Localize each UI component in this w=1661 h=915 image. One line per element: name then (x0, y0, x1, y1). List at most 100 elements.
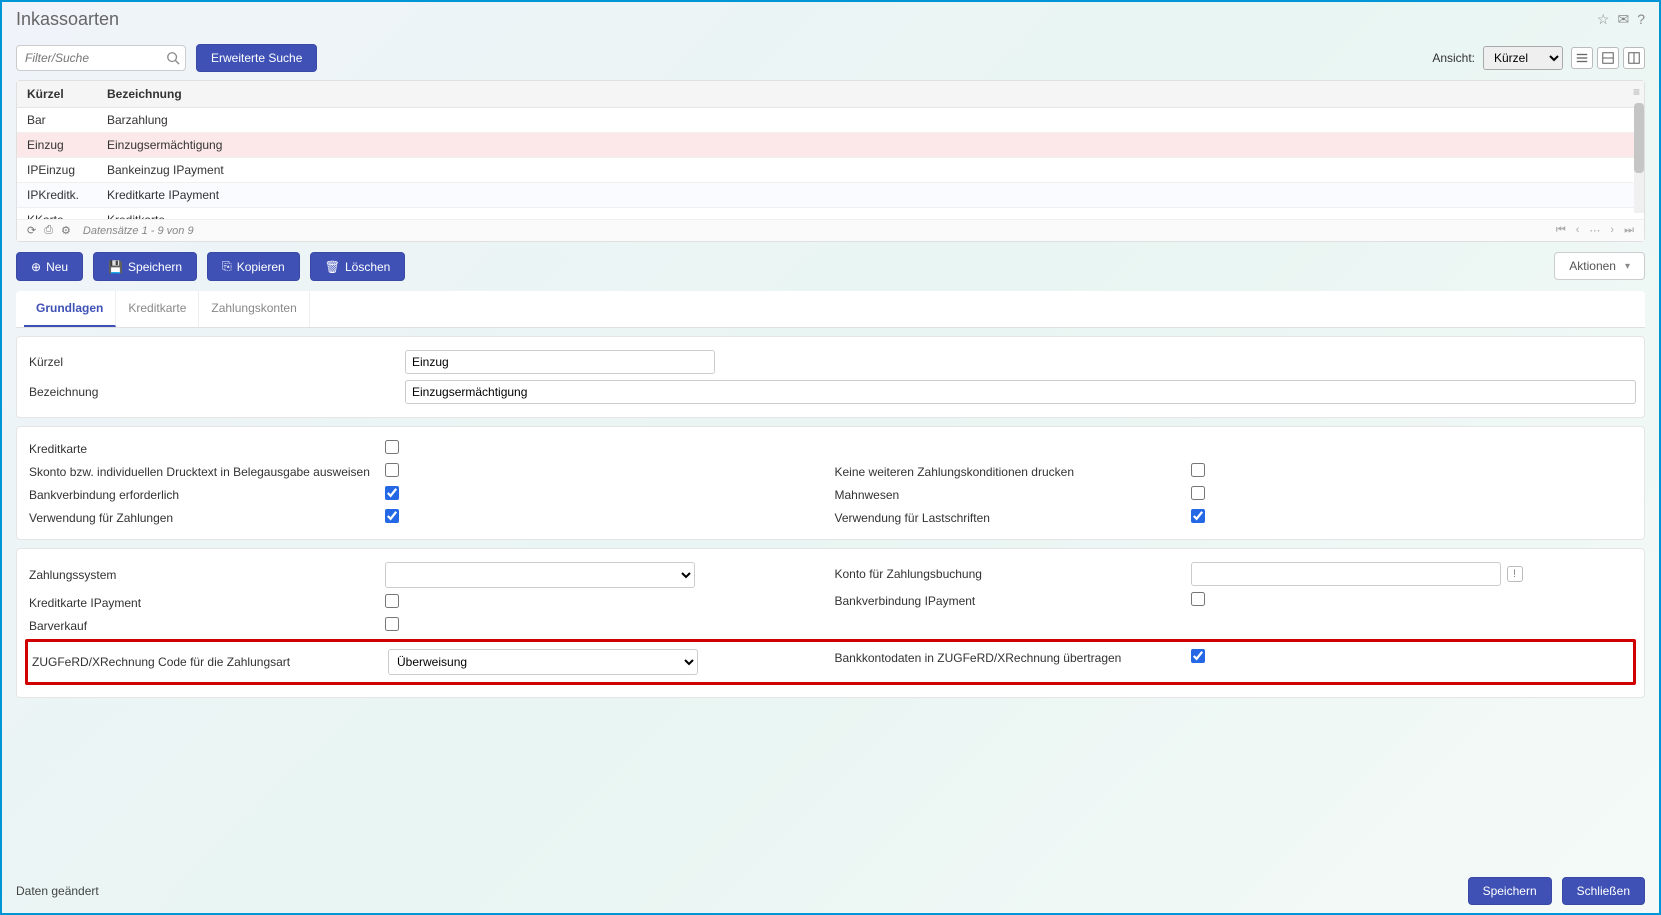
tab-zahlungskonten[interactable]: Zahlungskonten (199, 291, 309, 327)
view-select[interactable]: Kürzel (1483, 46, 1563, 70)
mahn-label: Mahnwesen (831, 488, 1191, 502)
actions-dropdown-button[interactable]: Aktionen ▾ (1554, 252, 1645, 280)
copy-label: Kopieren (237, 260, 285, 274)
zahlsys-label: Zahlungssystem (25, 568, 385, 582)
bank-req-checkbox[interactable] (385, 486, 399, 500)
search-input[interactable] (16, 45, 186, 71)
skonto-checkbox[interactable] (385, 463, 399, 477)
form-section-flags: Kreditkarte Skonto bzw. individuellen Dr… (16, 426, 1645, 540)
view-split-v-icon[interactable] (1623, 47, 1645, 69)
table-row[interactable]: IPKreditk. Kreditkarte IPayment (17, 183, 1644, 208)
pager-dots-icon[interactable]: ⋯ (1589, 224, 1600, 237)
delete-label: Löschen (345, 260, 390, 274)
save-icon: 💾 (108, 260, 123, 274)
data-grid: ≡ Kürzel Bezeichnung Bar Barzahlung Einz… (16, 80, 1645, 242)
barverkauf-checkbox[interactable] (385, 617, 399, 631)
save-label: Speichern (128, 260, 182, 274)
skonto-label: Skonto bzw. individuellen Drucktext in B… (25, 465, 385, 479)
footer-save-button[interactable]: Speichern (1468, 877, 1552, 905)
bank-zugferd-label: Bankkontodaten in ZUGFeRD/XRechnung über… (831, 651, 1191, 665)
save-button[interactable]: 💾 Speichern (93, 252, 197, 281)
kreditkarte-label: Kreditkarte (25, 442, 385, 456)
search-box (16, 45, 186, 71)
bank-req-label: Bankverbindung erforderlich (25, 488, 385, 502)
gear-icon[interactable]: ⚙ (61, 224, 71, 237)
plus-icon: ⊕ (31, 260, 41, 274)
mahn-checkbox[interactable] (1191, 486, 1205, 500)
verw-zahl-checkbox[interactable] (385, 509, 399, 523)
grid-status: Datensätze 1 - 9 von 9 (83, 225, 194, 237)
zugferd-code-label: ZUGFeRD/XRechnung Code für die Zahlungsa… (28, 655, 388, 669)
print-icon[interactable]: ⎙ (44, 224, 53, 237)
kreditkarte-checkbox[interactable] (385, 440, 399, 454)
keine-checkbox[interactable] (1191, 463, 1205, 477)
konto-input[interactable] (1191, 562, 1501, 586)
kurzel-input[interactable] (405, 350, 715, 374)
keine-label: Keine weiteren Zahlungskonditionen druck… (831, 465, 1191, 479)
col-bezeichnung[interactable]: Bezeichnung (97, 81, 1644, 108)
action-bar: ⊕ Neu 💾 Speichern ⎘ Kopieren 🗑 Löschen A… (2, 242, 1659, 291)
pager-first-icon[interactable]: ⏮ (1556, 224, 1566, 237)
help-icon[interactable]: ? (1637, 11, 1645, 28)
pager-next-icon[interactable]: › (1610, 224, 1614, 237)
actions-label: Aktionen (1569, 259, 1616, 273)
zahlsys-select[interactable] (385, 562, 695, 588)
view-list-icon[interactable] (1571, 47, 1593, 69)
view-label: Ansicht: (1432, 51, 1475, 65)
kk-ipayment-label: Kreditkarte IPayment (25, 596, 385, 610)
star-icon[interactable]: ☆ (1597, 11, 1610, 28)
pager-prev-icon[interactable]: ‹ (1576, 224, 1580, 237)
footer-close-button[interactable]: Schließen (1562, 877, 1645, 905)
tab-grundlagen[interactable]: Grundlagen (24, 291, 116, 327)
footer-save-label: Speichern (1483, 884, 1537, 898)
grid-footer: ⟳ ⎙ ⚙ Datensätze 1 - 9 von 9 ⏮ ‹ ⋯ › ⏭ (17, 219, 1644, 241)
verw-zahl-label: Verwendung für Zahlungen (25, 511, 385, 525)
view-split-h-icon[interactable] (1597, 47, 1619, 69)
table-header-row: Kürzel Bezeichnung (17, 81, 1644, 108)
table-row[interactable]: IPEinzug Bankeinzug IPayment (17, 158, 1644, 183)
copy-icon: ⎘ (222, 259, 232, 274)
verw-last-label: Verwendung für Lastschriften (831, 511, 1191, 525)
scrollbar-thumb[interactable] (1634, 103, 1644, 173)
grid-scrollbar[interactable] (1634, 103, 1644, 213)
toolbar: Erweiterte Suche Ansicht: Kürzel (2, 36, 1659, 80)
table-row[interactable]: Bar Barzahlung (17, 108, 1644, 133)
bezeichnung-input[interactable] (405, 380, 1636, 404)
page-header: Inkassoarten ☆ ✉ ? (2, 2, 1659, 36)
tab-kreditkarte[interactable]: Kreditkarte (116, 291, 199, 327)
verw-last-checkbox[interactable] (1191, 509, 1205, 523)
bezeichnung-label: Bezeichnung (25, 385, 405, 399)
page-footer: Daten geändert Speichern Schließen (2, 869, 1659, 913)
advanced-search-label: Erweiterte Suche (211, 51, 302, 65)
bank-ipayment-checkbox[interactable] (1191, 592, 1205, 606)
zugferd-code-select[interactable]: Überweisung (388, 649, 698, 675)
detail-tabs: Grundlagen Kreditkarte Zahlungskonten (16, 291, 1645, 328)
info-icon[interactable]: ! (1507, 566, 1523, 582)
kurzel-label: Kürzel (25, 355, 405, 369)
kk-ipayment-checkbox[interactable] (385, 594, 399, 608)
delete-button[interactable]: 🗑 Löschen (310, 252, 406, 281)
pager-last-icon[interactable]: ⏭ (1624, 224, 1634, 237)
form-section-basics: Kürzel Bezeichnung (16, 336, 1645, 418)
new-label: Neu (46, 260, 68, 274)
copy-button[interactable]: ⎘ Kopieren (207, 252, 300, 281)
page-title: Inkassoarten (16, 9, 119, 30)
konto-label: Konto für Zahlungsbuchung (831, 567, 1191, 581)
barverkauf-label: Barverkauf (25, 619, 385, 633)
trash-icon: 🗑 (325, 260, 340, 274)
bank-zugferd-checkbox[interactable] (1191, 649, 1205, 663)
bank-ipayment-label: Bankverbindung IPayment (831, 594, 1191, 608)
advanced-search-button[interactable]: Erweiterte Suche (196, 44, 317, 72)
refresh-icon[interactable]: ⟳ (27, 224, 36, 237)
footer-status: Daten geändert (16, 884, 99, 898)
mail-icon[interactable]: ✉ (1617, 11, 1629, 28)
table-row[interactable]: Einzug Einzugsermächtigung (17, 133, 1644, 158)
form-section-payment: Zahlungssystem Kreditkarte IPayment Barv… (16, 548, 1645, 698)
chevron-down-icon: ▾ (1625, 261, 1630, 272)
new-button[interactable]: ⊕ Neu (16, 252, 83, 281)
footer-close-label: Schließen (1577, 884, 1630, 898)
col-kurzel[interactable]: Kürzel (17, 81, 97, 108)
zugferd-highlight-row: ZUGFeRD/XRechnung Code für die Zahlungsa… (25, 639, 1636, 685)
table-row[interactable]: KKarte Kreditkarte (17, 208, 1644, 220)
grid-menu-icon[interactable]: ≡ (1633, 85, 1640, 99)
